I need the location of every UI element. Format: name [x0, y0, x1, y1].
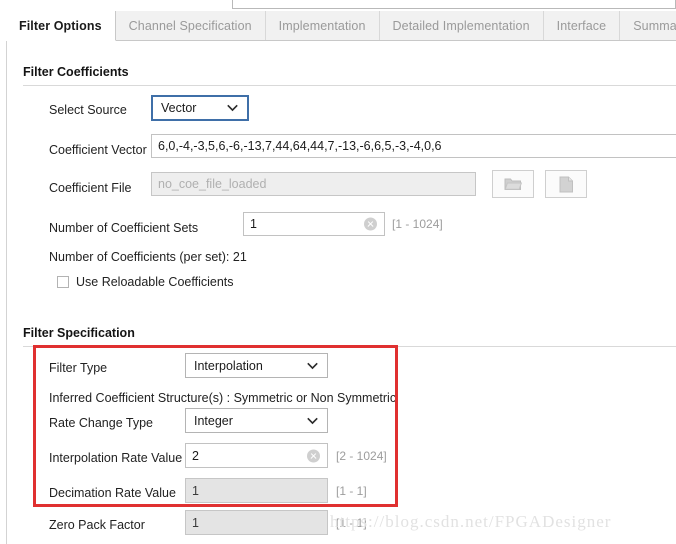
filter-type-dropdown[interactable]: Interpolation: [185, 353, 328, 378]
chevron-down-icon: [227, 104, 238, 112]
decimation-rate-value-input: 1: [185, 478, 328, 503]
decimation-rate-value-label: Decimation Rate Value: [49, 486, 176, 500]
tab-label: Detailed Implementation: [392, 18, 530, 33]
coefficient-file-placeholder: no_coe_file_loaded: [158, 177, 267, 191]
zero-pack-factor-value: 1: [192, 515, 199, 530]
interpolation-rate-value-value: 2: [192, 448, 199, 463]
tab-summary[interactable]: Summary: [620, 11, 676, 40]
coefficient-file-label: Coefficient File: [49, 181, 132, 195]
coefficient-vector-input[interactable]: 6,0,-4,-3,5,6,-6,-13,7,44,64,44,7,-13,-6…: [151, 134, 676, 158]
tab-label: Summary: [633, 18, 676, 33]
tab-label: Interface: [556, 18, 607, 33]
rate-change-type-dropdown[interactable]: Integer: [185, 408, 328, 433]
tab-filter-options[interactable]: Filter Options: [6, 11, 116, 41]
interpolation-rate-value-input[interactable]: 2: [185, 443, 328, 468]
number-of-coefficient-sets-input[interactable]: 1: [243, 212, 385, 236]
edit-coefficient-file-button[interactable]: [545, 170, 587, 198]
clear-icon[interactable]: [307, 449, 320, 462]
rate-change-type-label: Rate Change Type: [49, 416, 154, 430]
select-source-label: Select Source: [49, 103, 127, 117]
group-title-filter-coefficients: Filter Coefficients: [23, 65, 129, 79]
use-reloadable-coefficients-checkbox[interactable]: Use Reloadable Coefficients: [57, 275, 234, 289]
inferred-coefficient-structure-text: Inferred Coefficient Structure(s) : Symm…: [49, 391, 397, 405]
filter-type-value: Interpolation: [194, 358, 263, 373]
tab-label: Filter Options: [19, 18, 102, 33]
number-of-coefficient-sets-value: 1: [250, 217, 257, 231]
clear-icon[interactable]: [364, 217, 377, 231]
rate-change-type-value: Integer: [194, 413, 233, 428]
select-source-value: Vector: [161, 101, 197, 115]
use-reloadable-coefficients-label: Use Reloadable Coefficients: [76, 275, 234, 289]
chevron-down-icon: [307, 362, 318, 369]
file-page-icon: [559, 176, 573, 192]
top-panel-fragment: [232, 0, 676, 9]
tab-bar: Filter Options Channel Specification Imp…: [6, 11, 676, 41]
tab-interface[interactable]: Interface: [543, 11, 621, 40]
interpolation-rate-value-label: Interpolation Rate Value: [49, 451, 183, 465]
group-divider-filter-coefficients: [23, 85, 676, 86]
decimation-rate-value-value: 1: [192, 483, 199, 498]
interpolation-rate-value-range: [2 - 1024]: [336, 449, 387, 463]
zero-pack-factor-input: 1: [185, 510, 328, 535]
zero-pack-factor-range: [1 - 1]: [336, 516, 367, 530]
browse-coefficient-file-button[interactable]: [492, 170, 534, 198]
number-of-coefficient-sets-range: [1 - 1024]: [392, 217, 443, 231]
number-of-coefficients-per-set-text: Number of Coefficients (per set): 21: [49, 250, 247, 264]
tab-label: Implementation: [278, 18, 366, 33]
open-folder-icon: [504, 178, 522, 190]
checkbox-box-icon: [57, 276, 69, 288]
number-of-coefficient-sets-label: Number of Coefficient Sets: [49, 221, 199, 235]
chevron-down-icon: [307, 417, 318, 424]
group-divider-filter-specification: [23, 346, 676, 347]
zero-pack-factor-label: Zero Pack Factor: [49, 518, 145, 532]
decimation-rate-value-range: [1 - 1]: [336, 484, 367, 498]
coefficient-vector-value: 6,0,-4,-3,5,6,-6,-13,7,44,64,44,7,-13,-6…: [158, 139, 442, 153]
group-title-filter-specification: Filter Specification: [23, 326, 135, 340]
tab-content-filter-options: Filter Coefficients Select Source Vector…: [6, 41, 676, 544]
coefficient-vector-label: Coefficient Vector: [49, 143, 147, 157]
tab-implementation[interactable]: Implementation: [265, 11, 380, 40]
tab-channel-specification[interactable]: Channel Specification: [115, 11, 266, 40]
tab-detailed-implementation[interactable]: Detailed Implementation: [379, 11, 544, 40]
select-source-dropdown[interactable]: Vector: [151, 95, 249, 121]
tab-label: Channel Specification: [128, 18, 252, 33]
coefficient-file-input[interactable]: no_coe_file_loaded: [151, 172, 476, 196]
fir-compiler-configuration-window: Filter Options Channel Specification Imp…: [0, 0, 676, 544]
filter-type-label: Filter Type: [49, 361, 108, 375]
